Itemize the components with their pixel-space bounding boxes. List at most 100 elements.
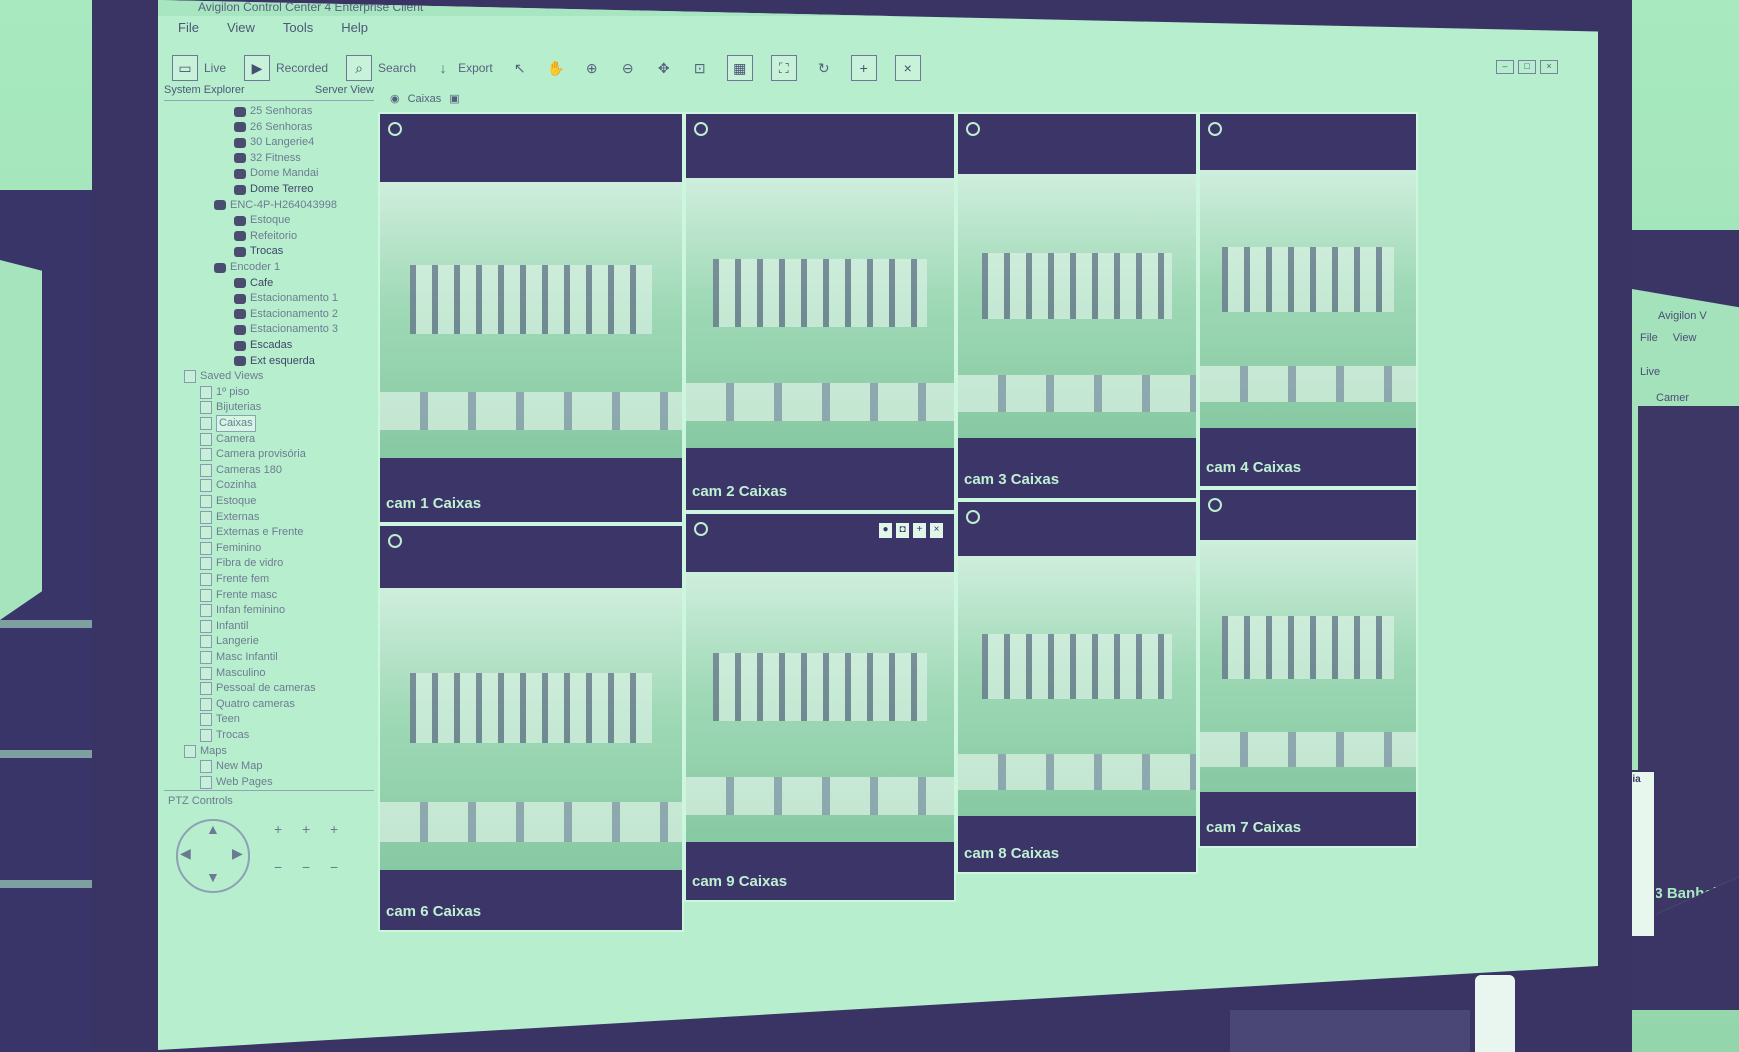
- tree-item[interactable]: Fibra de vidro: [200, 556, 283, 571]
- tree-item[interactable]: Externas: [200, 510, 259, 525]
- tree-item[interactable]: Teen: [200, 712, 240, 727]
- menu-tools[interactable]: Tools: [283, 20, 313, 35]
- camera-tile-2[interactable]: cam 2 Caixas: [684, 112, 956, 512]
- tree-item[interactable]: Dome Terreo: [234, 182, 313, 197]
- view-icon: [200, 463, 212, 477]
- tree-item[interactable]: Refeitorio: [234, 229, 297, 244]
- hand-icon[interactable]: ✋: [547, 59, 565, 77]
- close-tile-icon[interactable]: ×: [929, 522, 944, 539]
- tree-item[interactable]: 1º piso: [200, 385, 249, 400]
- tree-item[interactable]: Estacionamento 3: [234, 322, 338, 337]
- ptz-left-icon[interactable]: ◀: [180, 845, 191, 862]
- snapshot-icon[interactable]: ⊡: [691, 59, 709, 77]
- tree-item[interactable]: Cameras 180: [200, 463, 282, 478]
- layout-icon[interactable]: ▦: [726, 55, 753, 81]
- menu-help[interactable]: Help: [341, 20, 368, 35]
- tree-item[interactable]: Ext esquerda: [234, 354, 315, 369]
- snapshot-icon[interactable]: ◘: [895, 522, 910, 539]
- camera-tile-6[interactable]: cam 9 Caixas: [684, 512, 956, 902]
- camera-tile-3[interactable]: cam 3 Caixas: [956, 112, 1198, 500]
- tree-item[interactable]: Trocas: [200, 728, 249, 743]
- fullscreen-icon[interactable]: ⛶: [770, 55, 797, 81]
- zoom-icon[interactable]: +: [912, 522, 927, 539]
- tree-item[interactable]: Web Pages: [200, 775, 273, 790]
- tree-item[interactable]: Feminino: [200, 541, 261, 556]
- ptz-focus-out-icon[interactable]: −: [302, 859, 310, 875]
- server-view-button[interactable]: Server View: [315, 84, 374, 100]
- zoom-out-icon[interactable]: ⊖: [619, 59, 637, 77]
- camera-tile-8[interactable]: cam 7 Caixas: [1198, 488, 1418, 848]
- tree-item[interactable]: Cafe: [234, 276, 273, 291]
- menu-view[interactable]: View: [227, 20, 255, 35]
- recorded-button[interactable]: ▶ Recorded: [244, 55, 328, 81]
- ptz-iris-out-icon[interactable]: −: [330, 859, 338, 875]
- center-icon[interactable]: ✥: [655, 59, 673, 77]
- minimize-icon[interactable]: –: [1496, 60, 1514, 74]
- tree-item[interactable]: Frente fem: [200, 572, 269, 587]
- view-tab-caixas[interactable]: Caixas: [408, 93, 442, 105]
- live-button[interactable]: ▭ Live: [172, 55, 226, 81]
- tree-item[interactable]: Estacionamento 2: [234, 307, 338, 322]
- tree-item[interactable]: Pessoal de cameras: [200, 681, 316, 696]
- rm-tab[interactable]: Camer: [1656, 392, 1689, 404]
- tree-item[interactable]: Camera provisória: [200, 447, 306, 462]
- camera-tile-4[interactable]: cam 4 Caixas: [1198, 112, 1418, 488]
- camera-status-icon: [694, 522, 708, 536]
- tree-item[interactable]: 30 Langerie4: [234, 135, 314, 150]
- tree-item[interactable]: Infan feminino: [200, 603, 285, 618]
- tree-item[interactable]: Frente masc: [200, 588, 277, 603]
- new-view-icon[interactable]: +: [850, 55, 877, 81]
- tree-item[interactable]: 26 Senhoras: [234, 120, 312, 135]
- tree-item[interactable]: Infantil: [200, 619, 248, 634]
- camera-tile-1[interactable]: cam 1 Caixas: [378, 112, 684, 524]
- camera-tile-5[interactable]: cam 6 Caixas: [378, 524, 684, 932]
- tree-item[interactable]: Bijuterias: [200, 400, 261, 415]
- tree-item[interactable]: Masc Infantil: [200, 650, 278, 665]
- view-icon: [200, 713, 212, 727]
- camera-status-icon: [966, 122, 980, 136]
- ptz-focus-in-icon[interactable]: +: [302, 821, 310, 837]
- ptz-zoom-in-icon[interactable]: +: [274, 821, 282, 837]
- tree-item[interactable]: Dome Mandai: [234, 166, 318, 181]
- tree-item[interactable]: Estacionamento 1: [234, 291, 338, 306]
- tree-item[interactable]: ENC-4P-H264043998: [214, 198, 337, 213]
- tree-item[interactable]: 32 Fitness: [234, 151, 301, 166]
- tree-item[interactable]: Encoder 1: [214, 260, 280, 275]
- tree-item[interactable]: Masculino: [200, 666, 266, 681]
- tree-item[interactable]: Estoque: [234, 213, 290, 228]
- ptz-up-icon[interactable]: ▲: [206, 821, 220, 837]
- export-button[interactable]: ↓ Export: [434, 59, 493, 77]
- record-icon[interactable]: ●: [878, 522, 893, 539]
- tree-item[interactable]: Cozinha: [200, 478, 256, 493]
- pointer-icon[interactable]: ↖: [511, 59, 529, 77]
- new-tab-icon[interactable]: ▣: [449, 92, 459, 105]
- tree-item[interactable]: Estoque: [200, 494, 256, 509]
- close-view-icon[interactable]: ×: [894, 55, 921, 81]
- tree-item[interactable]: 25 Senhoras: [234, 104, 312, 119]
- tree-item[interactable]: Maps: [184, 744, 227, 759]
- ptz-down-icon[interactable]: ▼: [206, 869, 220, 885]
- rm-menu-view[interactable]: View: [1673, 332, 1697, 344]
- tree-item[interactable]: Trocas: [234, 244, 283, 259]
- tree-item[interactable]: Caixas: [200, 415, 256, 432]
- ptz-iris-in-icon[interactable]: +: [330, 821, 338, 837]
- tree-item[interactable]: Langerie: [200, 634, 259, 649]
- tree-item[interactable]: Camera: [200, 432, 255, 447]
- rm-live-button[interactable]: Live: [1640, 366, 1660, 378]
- zoom-in-icon[interactable]: ⊕: [583, 59, 601, 77]
- tour-icon[interactable]: ↻: [815, 59, 833, 77]
- camera-tile-7[interactable]: cam 8 Caixas: [956, 500, 1198, 874]
- menu-file[interactable]: File: [178, 20, 199, 35]
- maximize-icon[interactable]: □: [1518, 60, 1536, 74]
- tree-item[interactable]: New Map: [200, 759, 262, 774]
- tree-item[interactable]: Externas e Frente: [200, 525, 303, 540]
- ptz-right-icon[interactable]: ▶: [232, 845, 243, 862]
- search-button[interactable]: ⌕ Search: [346, 55, 416, 81]
- ptz-zoom-out-icon[interactable]: −: [274, 859, 282, 875]
- tree-item[interactable]: Escadas: [234, 338, 292, 353]
- system-explorer-select[interactable]: System Explorer: [164, 84, 245, 100]
- tree-item[interactable]: Quatro cameras: [200, 697, 295, 712]
- tree-item[interactable]: Saved Views: [184, 369, 263, 384]
- close-icon[interactable]: ×: [1540, 60, 1558, 74]
- rm-menu-file[interactable]: File: [1640, 332, 1658, 344]
